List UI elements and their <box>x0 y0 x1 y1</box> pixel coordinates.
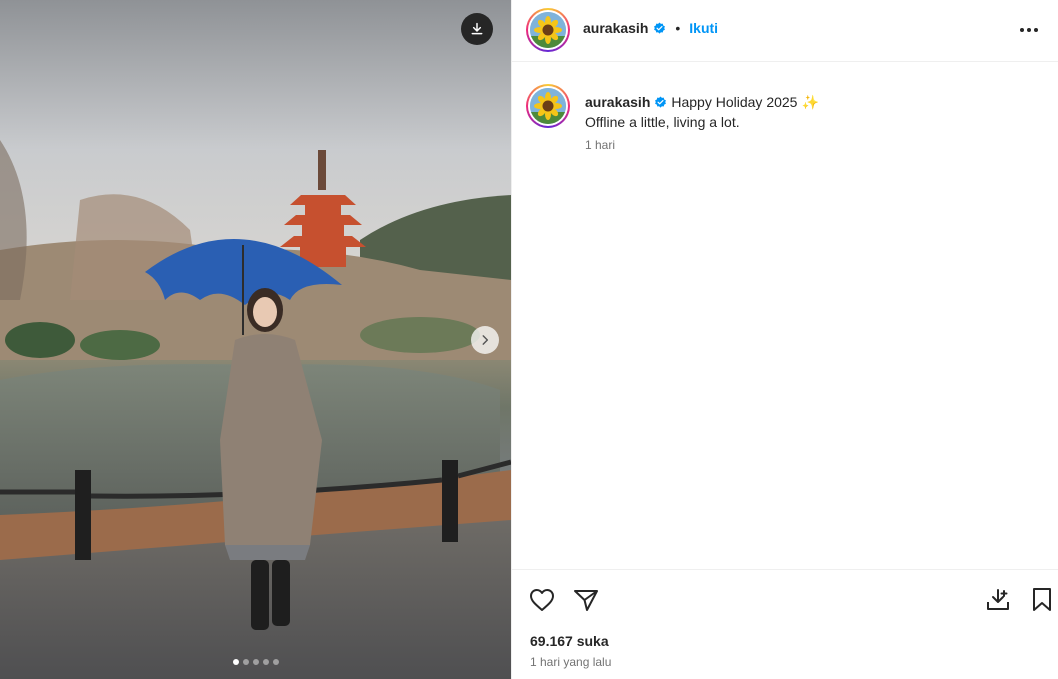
sparkles-emoji: ✨ <box>801 94 819 110</box>
verified-badge-icon <box>655 96 667 108</box>
carousel-dot <box>262 659 269 665</box>
heart-icon <box>530 589 554 611</box>
download-icon <box>471 22 483 35</box>
post-actions: 69.167 suka 1 hari yang lalu <box>512 569 1058 679</box>
download-button[interactable] <box>461 13 493 45</box>
avatar[interactable] <box>526 8 570 52</box>
caption-line1: Happy Holiday 2025 <box>671 94 798 110</box>
verified-badge-icon <box>654 22 666 34</box>
send-icon <box>574 590 598 611</box>
carousel-dot <box>232 659 239 665</box>
header-user: aurakasih • Ikuti <box>583 20 718 36</box>
post-photo[interactable] <box>0 0 511 679</box>
sunflower-avatar-icon <box>530 12 566 48</box>
share-button[interactable] <box>572 586 600 614</box>
caption-avatar[interactable] <box>526 84 570 128</box>
download-tray-icon <box>987 589 1009 610</box>
post-details-panel: aurakasih • Ikuti aurakasih Happy Holida… <box>511 0 1058 679</box>
carousel-dot <box>272 659 279 665</box>
carousel-dot <box>252 659 259 665</box>
more-options-button[interactable] <box>1017 18 1041 42</box>
bookmark-icon <box>1033 588 1051 611</box>
follow-button[interactable]: Ikuti <box>689 20 718 36</box>
caption-username[interactable]: aurakasih <box>585 92 650 112</box>
sunflower-avatar-icon <box>530 88 566 124</box>
caption-text: aurakasih Happy Holiday 2025 ✨ Offline a… <box>585 92 1045 132</box>
post-image <box>0 0 511 679</box>
chevron-right-icon <box>482 335 489 345</box>
post-date: 1 hari yang lalu <box>530 655 612 669</box>
download-post-button[interactable] <box>984 586 1012 614</box>
bookmark-button[interactable] <box>1028 586 1056 614</box>
post-header: aurakasih • Ikuti <box>512 0 1058 62</box>
carousel-next-button[interactable] <box>471 326 499 354</box>
more-horizontal-icon <box>1020 28 1038 32</box>
carousel-dot <box>242 659 249 665</box>
carousel-indicators <box>0 659 511 665</box>
separator-dot: • <box>675 20 681 36</box>
like-button[interactable] <box>528 586 556 614</box>
caption-timestamp[interactable]: 1 hari <box>585 138 615 152</box>
header-username[interactable]: aurakasih <box>583 20 648 36</box>
like-count[interactable]: 69.167 suka <box>530 633 609 649</box>
caption-line2: Offline a little, living a lot. <box>585 114 740 130</box>
